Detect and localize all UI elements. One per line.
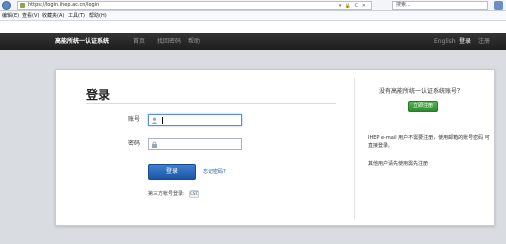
url-text: https://login.ihep.ac.cn/login <box>28 2 100 8</box>
browser-address-bar: https://login.ihep.ac.cn/login ▾ 🔒 C ✕ 搜… <box>0 0 506 11</box>
menu-help[interactable]: 帮助(H) <box>89 11 107 21</box>
browser-search-input[interactable]: 搜索... <box>392 1 488 10</box>
nav-login[interactable]: 登录 <box>459 33 471 50</box>
nav-recover-password[interactable]: 找回密码 <box>157 33 181 50</box>
nav-help[interactable]: 帮助 <box>188 33 200 50</box>
nav-home[interactable]: 首页 <box>133 33 145 50</box>
no-account-text: 没有高能所统一认证系统账号？ <box>379 88 464 95</box>
page-title: 登录 <box>86 88 111 102</box>
menu-tools[interactable]: 工具(T) <box>68 11 85 21</box>
url-field[interactable]: https://login.ihep.ac.cn/login ▾ 🔒 C ✕ <box>17 1 372 10</box>
toolbar-strip <box>0 21 506 33</box>
register-button[interactable]: 立即注册 <box>408 101 438 112</box>
other-users-note: 其他用户请先使用需先注册 <box>368 161 429 167</box>
menu-edit[interactable]: 编辑(E) <box>2 11 19 21</box>
home-icon[interactable] <box>494 1 503 10</box>
nav-register[interactable]: 注册 <box>478 33 490 50</box>
user-icon <box>151 117 158 124</box>
login-button[interactable]: 登录 <box>148 164 196 180</box>
back-icon[interactable] <box>2 1 11 10</box>
lock-icon <box>152 141 157 148</box>
menu-view[interactable]: 查看(V) <box>22 11 39 21</box>
forgot-password-link[interactable]: 忘记密码? <box>203 167 226 177</box>
site-logo[interactable]: 高能所统一认证系统 <box>55 33 109 50</box>
third-party-login-icon[interactable]: CST <box>189 190 199 198</box>
site-header: 高能所统一认证系统 首页 找回密码 帮助 English 登录 注册 <box>0 33 506 50</box>
username-label: 账号 <box>128 116 141 123</box>
third-party-label: 第三方帐号登录: <box>148 191 185 197</box>
nav-english[interactable]: English <box>434 33 456 50</box>
url-actions[interactable]: ▾ 🔒 C ✕ <box>339 2 367 11</box>
search-placeholder: 搜索... <box>396 2 411 8</box>
text-caret <box>162 117 163 124</box>
password-field[interactable] <box>148 138 242 150</box>
ihep-email-note: IHEP e-mail 用户不需要注册，使用邮箱的账号密码 可直接登录。 <box>368 135 490 149</box>
title-divider <box>86 103 336 104</box>
password-label: 密码 <box>128 140 141 147</box>
login-card: 登录 账号 密码 登录 忘记密码? 第三方帐号登录: CST 没有高能所统一认证… <box>55 69 495 226</box>
browser-menu-bar: 编辑(E) 查看(V) 收藏夹(A) 工具(T) 帮助(H) <box>0 11 506 21</box>
username-field[interactable] <box>148 114 242 126</box>
lock-icon <box>20 3 25 8</box>
card-divider <box>354 78 355 219</box>
menu-favorites[interactable]: 收藏夹(A) <box>42 11 64 21</box>
